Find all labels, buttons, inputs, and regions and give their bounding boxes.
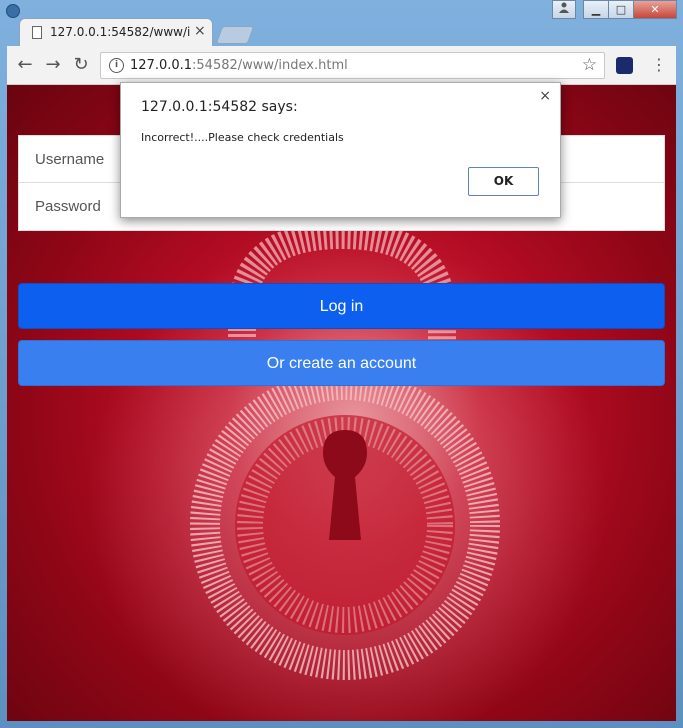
title-bar: 127.0.0.1:54582/www/inc × ▁ □ ✕ xyxy=(0,0,683,46)
browser-menu-icon[interactable]: ⋮ xyxy=(651,55,667,75)
extension-icon[interactable] xyxy=(616,57,633,74)
tab-title: 127.0.0.1:54582/www/inc xyxy=(50,25,190,39)
forward-button[interactable]: → xyxy=(41,53,65,77)
alert-close-icon[interactable]: × xyxy=(539,88,551,104)
address-bar[interactable]: i 127.0.0.1:54582/www/index.html ☆ xyxy=(100,52,605,79)
minimize-button[interactable]: ▁ xyxy=(583,0,609,19)
user-icon xyxy=(559,2,569,13)
user-profile-button[interactable] xyxy=(552,0,576,19)
site-info-icon[interactable]: i xyxy=(109,58,124,73)
back-button[interactable]: ← xyxy=(13,53,37,77)
browser-tab[interactable]: 127.0.0.1:54582/www/inc × xyxy=(19,18,213,46)
browser-toolbar: ← → ↻ i 127.0.0.1:54582/www/index.html ☆… xyxy=(7,46,676,85)
alert-dialog: 127.0.0.1:54582 says: × Incorrect!....Pl… xyxy=(120,82,561,218)
url-text: 127.0.0.1:54582/www/index.html xyxy=(130,58,348,73)
url-host: 127.0.0.1 xyxy=(130,58,193,73)
browser-app-icon xyxy=(6,4,20,18)
url-path: :54582/www/index.html xyxy=(192,58,348,73)
create-account-button[interactable]: Or create an account xyxy=(18,340,665,386)
window-controls: ▁ □ ✕ xyxy=(552,0,677,20)
alert-message: Incorrect!....Please check credentials xyxy=(141,131,344,144)
reload-button[interactable]: ↻ xyxy=(69,53,93,77)
bookmark-star-icon[interactable]: ☆ xyxy=(582,55,597,75)
login-button[interactable]: Log in xyxy=(18,283,665,329)
maximize-button[interactable]: □ xyxy=(608,0,634,19)
close-window-button[interactable]: ✕ xyxy=(633,0,677,19)
ok-button[interactable]: OK xyxy=(468,167,539,196)
browser-window: 127.0.0.1:54582/www/inc × ▁ □ ✕ ← → ↻ i … xyxy=(0,0,683,728)
tab-close-icon[interactable]: × xyxy=(194,23,206,39)
page-icon xyxy=(32,26,42,39)
alert-title: 127.0.0.1:54582 says: xyxy=(141,99,298,115)
new-tab-button[interactable] xyxy=(215,26,255,44)
